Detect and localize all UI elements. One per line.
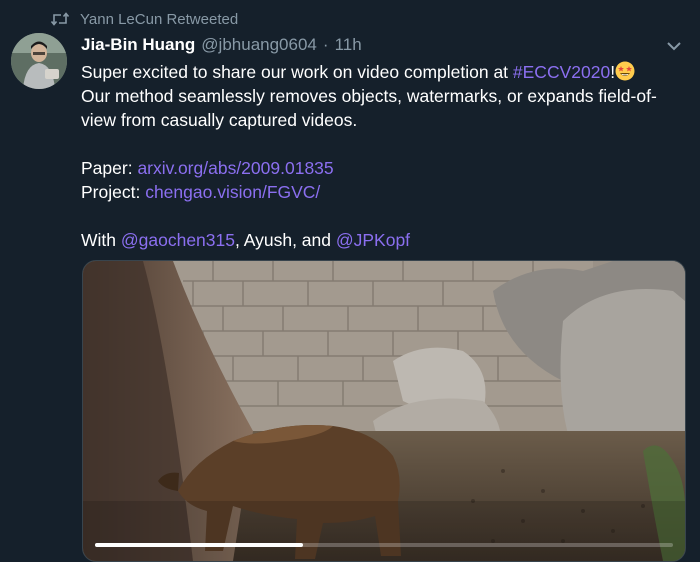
chevron-down-icon[interactable]	[663, 36, 685, 56]
project-line: Project: chengao.vision/FGVC/	[81, 182, 321, 202]
tweet-timestamp[interactable]: 11h	[335, 35, 362, 55]
video-frame	[83, 261, 685, 561]
mention-gaochen315[interactable]: @gaochen315	[121, 230, 235, 250]
author-handle[interactable]: @jbhuang0604	[201, 35, 317, 55]
star-struck-emoji-icon	[615, 61, 635, 81]
video-progress-fill	[95, 543, 304, 547]
avatar[interactable]	[11, 33, 67, 89]
with-line: With @gaochen315, Ayush, and @JPKopf	[81, 230, 411, 250]
retweet-icon	[50, 11, 70, 27]
tweet-header: Jia-Bin Huang @jbhuang0604 · 11h	[81, 33, 362, 57]
paper-link[interactable]: arxiv.org/abs/2009.01835	[137, 158, 333, 178]
paper-line: Paper: arxiv.org/abs/2009.01835	[81, 158, 334, 178]
hashtag-link[interactable]: #ECCV2020	[513, 62, 610, 82]
tweet-text: Super excited to share our work on video…	[81, 60, 681, 252]
video-player[interactable]	[82, 260, 686, 562]
retweet-label: Yann LeCun Retweeted	[80, 10, 239, 28]
tweet-line-2: Our method seamlessly removes objects, w…	[81, 86, 657, 130]
project-link[interactable]: chengao.vision/FGVC/	[145, 182, 320, 202]
separator-dot: ·	[322, 35, 329, 54]
mention-jpkopf[interactable]: @JPKopf	[336, 230, 410, 250]
video-progress-track[interactable]	[95, 543, 673, 547]
tweet-line-1: Super excited to share our work on video…	[81, 60, 681, 84]
retweet-indicator[interactable]: Yann LeCun Retweeted	[50, 8, 238, 30]
author-name[interactable]: Jia-Bin Huang	[81, 35, 195, 55]
